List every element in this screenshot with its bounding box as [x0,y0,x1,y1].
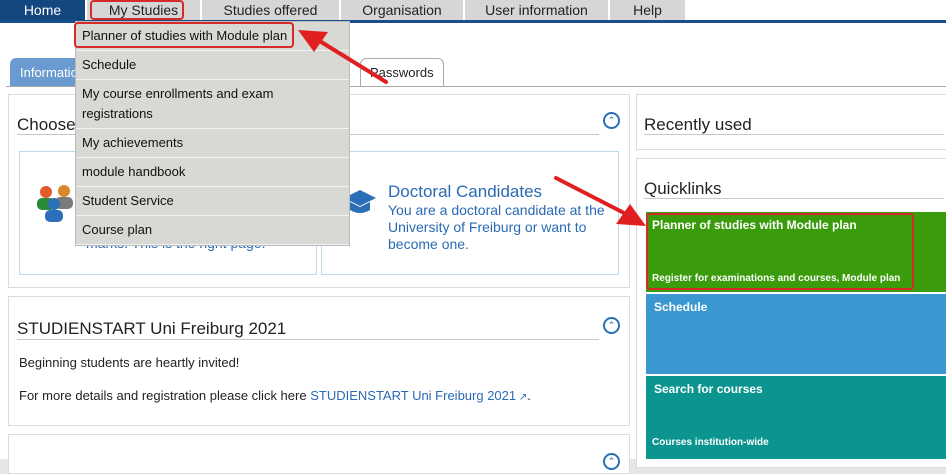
red-arrow-icon [554,176,646,226]
quicklink-tile-schedule[interactable]: Schedule [646,294,946,374]
nav-user-information[interactable]: User information [465,0,608,20]
nav-home[interactable]: Home [0,0,85,20]
nav-organisation[interactable]: Organisation [341,0,463,20]
tile-subtitle: Courses institution-wide [652,437,769,448]
panel-rule [644,134,944,135]
menu-item-achievements[interactable]: My achievements [76,129,349,158]
collapse-icon[interactable]: ⌃ [603,453,620,470]
highlight-planner-tile [646,213,914,290]
studienstart-line1: Beginning students are heartly invited! [19,355,240,370]
studienstart-title: STUDIENSTART Uni Freiburg 2021 [17,319,287,338]
recently-used-panel: Recently used [636,94,946,150]
quicklink-tile-search-courses[interactable]: Search for courses Courses institution-w… [646,376,946,459]
recently-used-title: Recently used [644,115,752,134]
studienstart-panel: STUDIENSTART Uni Freiburg 2021 ⌃ Beginni… [8,296,630,426]
studienstart-line2-text: For more details and registration please… [19,388,307,403]
nav-studies-offered[interactable]: Studies offered [202,0,339,20]
collapse-icon[interactable]: ⌃ [603,112,620,129]
bottom-panel: ⌃ [8,434,630,474]
tile-title: Schedule [654,300,708,314]
menu-item-module-handbook[interactable]: module handbook [76,158,349,187]
menu-item-enrollments[interactable]: My course enrollments and exam registrat… [76,80,349,129]
studienstart-after-link: . [527,388,531,403]
red-arrow-icon [298,30,388,84]
doctoral-title[interactable]: Doctoral Candidates [388,182,542,202]
collapse-icon[interactable]: ⌃ [603,317,620,334]
menu-item-course-plan[interactable]: Course plan [76,216,349,245]
nav-help[interactable]: Help [610,0,685,20]
menu-item-student-service[interactable]: Student Service [76,187,349,216]
studienstart-line2: For more details and registration please… [19,388,531,403]
highlight-my-studies [90,0,184,20]
quicklinks-title: Quicklinks [644,179,722,198]
highlight-planner-menu-item [74,22,294,48]
choose-title: Choose [17,115,76,134]
external-link-icon: ↗ [516,392,528,403]
people-icon [37,185,73,222]
panel-rule [644,198,944,199]
panel-rule [17,339,599,340]
tile-title: Search for courses [654,382,763,396]
studienstart-link[interactable]: STUDIENSTART Uni Freiburg 2021 [310,388,516,403]
